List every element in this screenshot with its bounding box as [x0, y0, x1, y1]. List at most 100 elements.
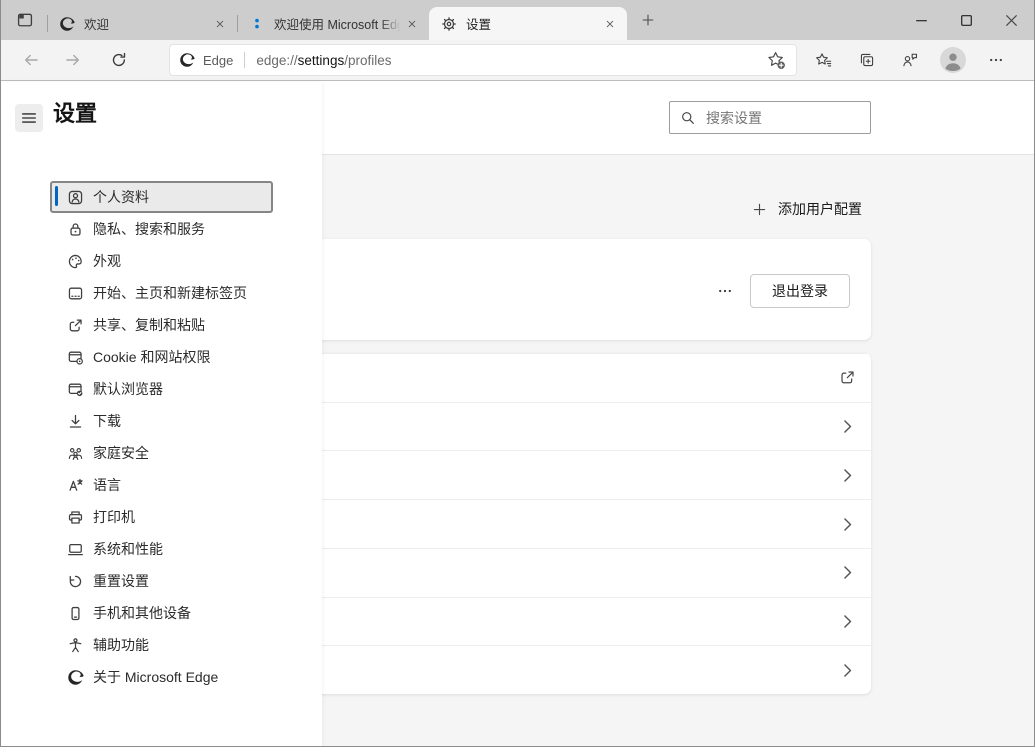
menu-item-label: 个人资料	[93, 187, 149, 207]
tab-close-icon[interactable]	[601, 15, 619, 33]
profile-more-icon[interactable]	[710, 279, 740, 303]
downloads-icon	[67, 413, 84, 430]
url-text[interactable]: edge://settings/profiles	[256, 53, 765, 68]
close-button[interactable]	[989, 0, 1034, 40]
cookies-icon	[67, 349, 84, 366]
browser-window: 欢迎 欢迎使用 Microsoft Edg 设置	[0, 0, 1035, 747]
edge-logo-icon	[179, 52, 195, 68]
menu-hamburger-icon[interactable]	[15, 104, 43, 132]
address-bar[interactable]: Edge edge://settings/profiles	[169, 44, 797, 76]
add-profile-label: 添加用户配置	[778, 199, 862, 219]
menu-item-label: 系统和性能	[93, 539, 163, 559]
sign-out-button[interactable]: 退出登录	[750, 274, 850, 308]
chevron-right-icon	[839, 516, 856, 533]
page-title: 设置	[53, 99, 97, 129]
chevron-right-icon	[839, 613, 856, 630]
chevron-right-icon	[839, 564, 856, 581]
menu-item-label: 辅助功能	[93, 635, 149, 655]
window-controls	[899, 0, 1034, 40]
minimize-icon	[913, 12, 930, 29]
welcome-dots-icon	[249, 16, 265, 32]
browser-tab[interactable]: 设置	[429, 7, 627, 40]
settings-menu-item[interactable]: 打印机	[50, 501, 273, 533]
menu-item-label: 开始、主页和新建标签页	[93, 283, 247, 303]
settings-search[interactable]	[669, 101, 871, 134]
more-menu-icon[interactable]	[980, 44, 1012, 76]
profile-avatar[interactable]	[937, 44, 969, 76]
minimize-button[interactable]	[899, 0, 944, 40]
settings-menu-item[interactable]: 共享、复制和粘贴	[50, 309, 273, 341]
settings-menu-item[interactable]: 语言	[50, 469, 273, 501]
chevron-right-icon	[839, 662, 856, 679]
plus-icon	[752, 202, 767, 217]
settings-menu-item[interactable]: Cookie 和网站权限	[50, 341, 273, 373]
share-icon	[67, 317, 84, 334]
system-icon	[67, 541, 84, 558]
settings-menu-item[interactable]: 开始、主页和新建标签页	[50, 277, 273, 309]
chevron-right-icon	[839, 467, 856, 484]
forward-icon[interactable]	[57, 44, 89, 76]
browser-tab[interactable]: 欢迎	[47, 7, 237, 40]
settings-menu-item[interactable]: 个人资料	[50, 181, 273, 213]
new-tab-icon[interactable]	[635, 7, 661, 33]
settings-menu-item[interactable]: 辅助功能	[50, 629, 273, 661]
settings-menu-item[interactable]: 关于 Microsoft Edge	[50, 661, 273, 693]
menu-item-label: 关于 Microsoft Edge	[93, 667, 218, 687]
edge-icon	[67, 669, 84, 686]
tab-strip: 欢迎 欢迎使用 Microsoft Edg 设置	[1, 0, 1034, 40]
refresh-icon[interactable]	[103, 44, 135, 76]
privacy-icon	[67, 221, 84, 238]
accessibility-icon	[67, 637, 84, 654]
selected-accent-bar	[55, 186, 58, 206]
start-icon	[67, 285, 84, 302]
appearance-icon	[67, 253, 84, 270]
tab-title: 欢迎使用 Microsoft Edg	[274, 14, 403, 33]
menu-item-label: 外观	[93, 251, 121, 271]
address-separator	[244, 52, 245, 68]
menu-item-label: 语言	[93, 475, 121, 495]
site-button-label[interactable]: Edge	[203, 53, 233, 68]
edge-icon	[59, 16, 75, 32]
browser-tab[interactable]: 欢迎使用 Microsoft Edg	[237, 7, 429, 40]
settings-menu-item[interactable]: 系统和性能	[50, 533, 273, 565]
settings-menu: 个人资料 隐私、搜索和服务 外观 开始、主页和新建标签页	[50, 181, 273, 693]
menu-item-label: 共享、复制和粘贴	[93, 315, 205, 335]
add-favorite-icon[interactable]	[765, 49, 787, 71]
settings-menu-item[interactable]: 重置设置	[50, 565, 273, 597]
favorites-icon[interactable]	[808, 44, 840, 76]
menu-item-label: 家庭安全	[93, 443, 149, 463]
languages-icon	[67, 477, 84, 494]
family-icon	[67, 445, 84, 462]
settings-menu-item[interactable]: 下载	[50, 405, 273, 437]
settings-menu-item[interactable]: 手机和其他设备	[50, 597, 273, 629]
search-icon	[680, 110, 696, 126]
profile-icon	[67, 189, 84, 206]
printers-icon	[67, 509, 84, 526]
feedback-icon[interactable]	[894, 44, 926, 76]
default-browser-icon	[67, 381, 84, 398]
collections-icon[interactable]	[851, 44, 883, 76]
tab-title: 设置	[466, 14, 601, 33]
browser-toolbar: Edge edge://settings/profiles	[1, 40, 1034, 81]
menu-item-label: 手机和其他设备	[93, 603, 191, 623]
back-icon[interactable]	[15, 44, 47, 76]
tab-close-icon[interactable]	[403, 15, 421, 33]
menu-item-label: 默认浏览器	[93, 379, 163, 399]
maximize-button[interactable]	[944, 0, 989, 40]
phone-icon	[67, 605, 84, 622]
settings-menu-item[interactable]: 外观	[50, 245, 273, 277]
settings-menu-item[interactable]: 家庭安全	[50, 437, 273, 469]
settings-menu-item[interactable]: 隐私、搜索和服务	[50, 213, 273, 245]
settings-nav-drawer: 设置 个人资料 隐私、搜索和服务 外观	[1, 82, 322, 746]
settings-menu-item[interactable]: 默认浏览器	[50, 373, 273, 405]
tab-close-icon[interactable]	[211, 15, 229, 33]
search-input[interactable]	[706, 110, 887, 126]
menu-item-label: 重置设置	[93, 571, 149, 591]
tab-actions-icon[interactable]	[11, 6, 39, 34]
tab-list: 欢迎 欢迎使用 Microsoft Edg 设置	[47, 7, 627, 40]
tab-title: 欢迎	[84, 14, 211, 33]
chevron-right-icon	[839, 418, 856, 435]
close-icon	[1003, 12, 1020, 29]
add-profile-button[interactable]: 添加用户配置	[752, 197, 862, 221]
settings-page: 添加用户配置 退出登录	[1, 82, 1034, 746]
